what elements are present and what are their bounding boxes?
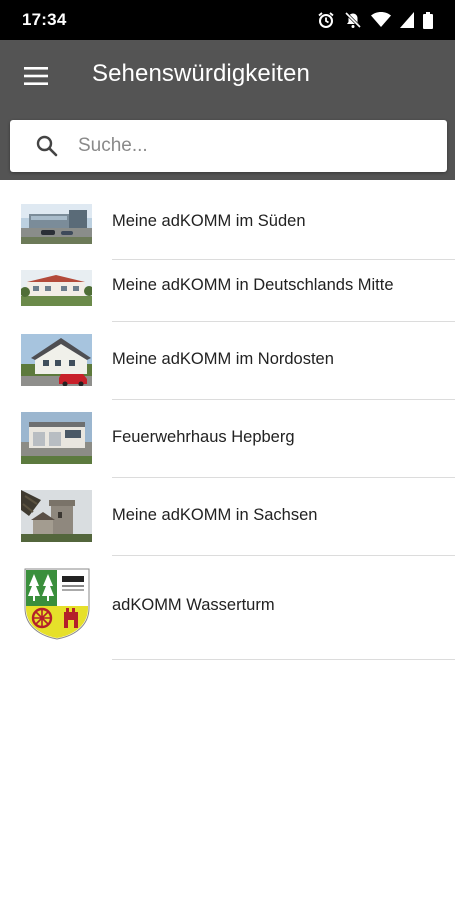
search-bar[interactable]: [10, 120, 447, 172]
alarm-icon: [317, 11, 335, 29]
sights-list: Meine adKOMM im Süden Meine adKOMM in De…: [0, 182, 455, 660]
fire-station-thumbnail: [21, 412, 92, 464]
wifi-icon: [371, 12, 391, 28]
divider: [112, 659, 455, 660]
list-item[interactable]: adKOMM Wasserturm: [0, 556, 455, 660]
coat-of-arms-logo: [24, 568, 90, 640]
house-with-car-thumbnail: [21, 334, 92, 386]
list-item[interactable]: Meine adKOMM in Deutschlands Mitte: [0, 260, 455, 322]
search-input[interactable]: [78, 135, 398, 157]
office-building-thumbnail: [21, 204, 92, 244]
list-item[interactable]: Meine adKOMM in Sachsen: [0, 478, 455, 556]
list-item-label: Meine adKOMM im Nordosten: [112, 350, 334, 368]
status-time: 17:34: [22, 10, 67, 29]
list-item[interactable]: Meine adKOMM im Süden: [0, 182, 455, 260]
status-icons: [317, 11, 433, 29]
castle-tower-thumbnail: [21, 490, 92, 542]
notifications-off-icon: [344, 11, 362, 29]
battery-icon: [423, 11, 433, 29]
white-building-thumbnail: [21, 270, 92, 306]
list-item-label: Meine adKOMM in Deutschlands Mitte: [112, 276, 394, 294]
signal-icon: [400, 12, 414, 28]
app-bar: Sehenswürdigkeiten: [0, 40, 455, 180]
page-title: Sehenswürdigkeiten: [92, 60, 310, 87]
search-icon[interactable]: [32, 131, 62, 161]
list-item-label: Feuerwehrhaus Hepberg: [112, 428, 295, 446]
list-item-label: adKOMM Wasserturm: [112, 596, 275, 614]
list-item[interactable]: Meine adKOMM im Nordosten: [0, 322, 455, 400]
status-bar: 17:34: [0, 0, 455, 40]
list-item-label: Meine adKOMM im Süden: [112, 212, 306, 230]
hamburger-menu-icon[interactable]: [16, 56, 56, 96]
list-item[interactable]: Feuerwehrhaus Hepberg: [0, 400, 455, 478]
list-item-label: Meine adKOMM in Sachsen: [112, 506, 318, 524]
